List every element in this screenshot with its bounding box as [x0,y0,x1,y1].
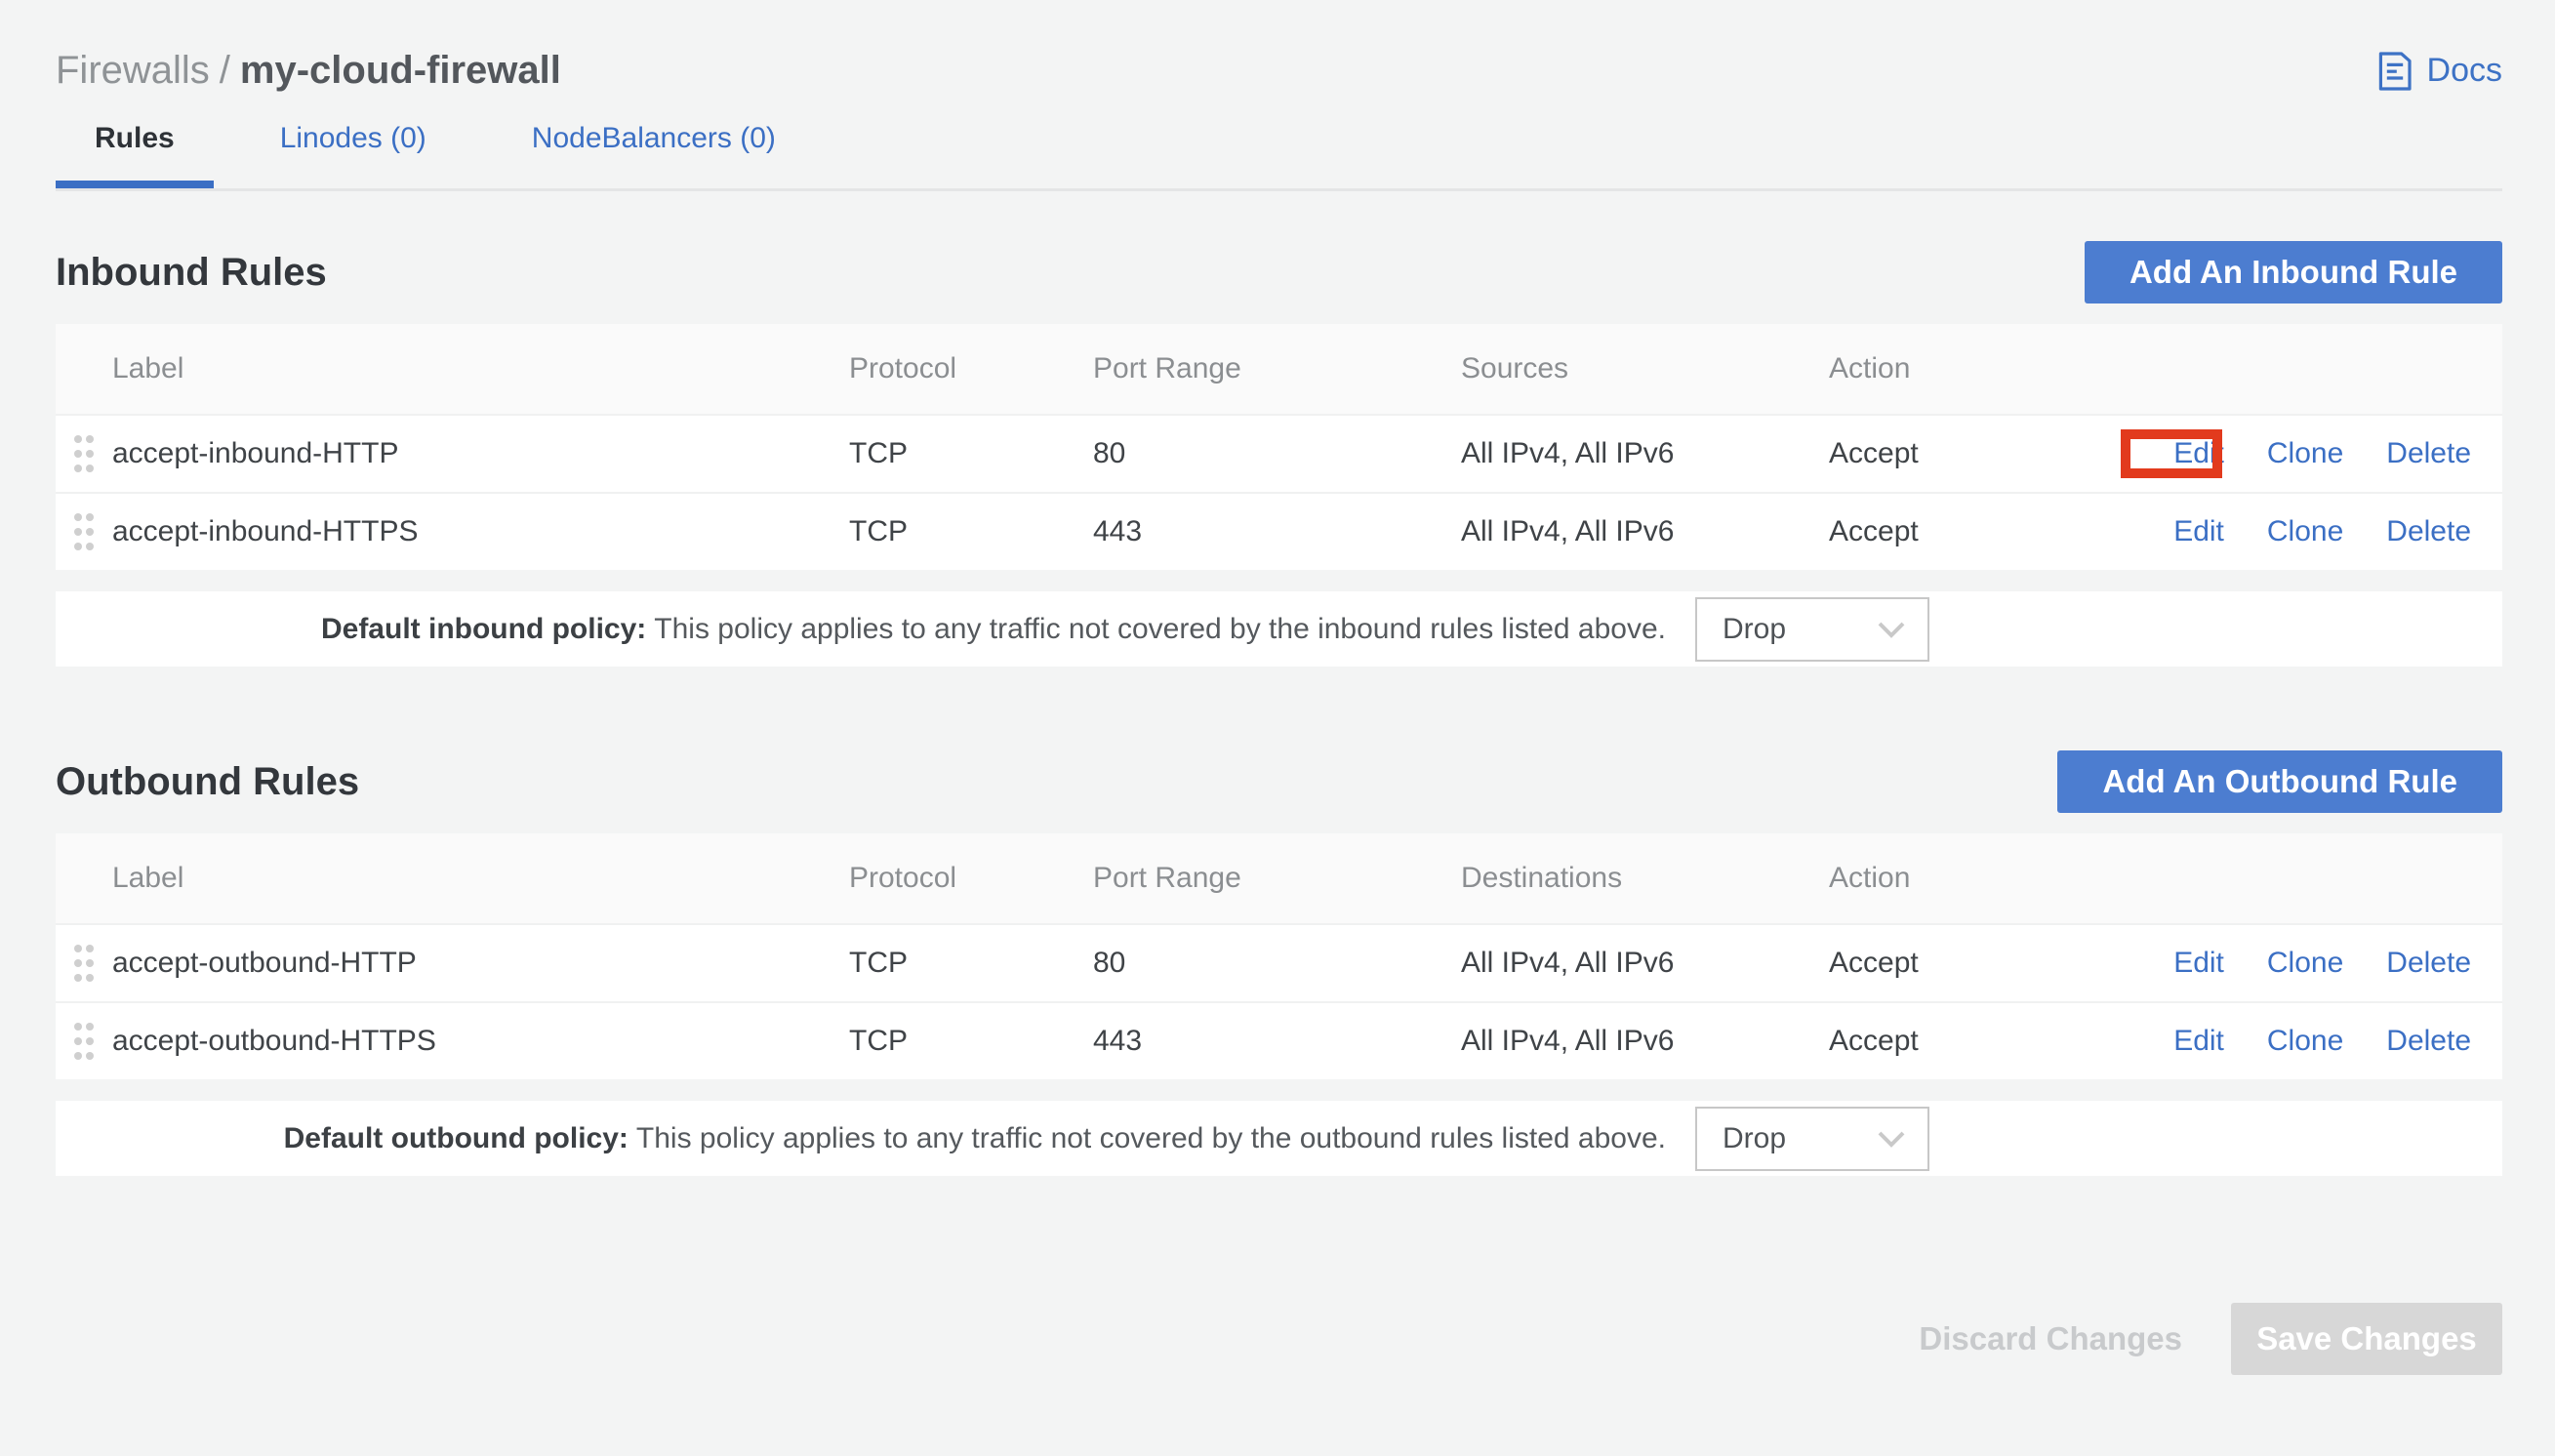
column-header-action: Action [1829,352,2151,385]
save-changes-button[interactable]: Save Changes [2231,1303,2502,1375]
column-header-protocol: Protocol [849,862,1093,895]
breadcrumb-separator: / [220,49,230,92]
inbound-rules-heading: Inbound Rules [56,251,327,295]
tab-rules[interactable]: Rules [56,122,214,188]
drag-handle[interactable] [56,432,112,475]
clone-link[interactable]: Clone [2267,437,2343,470]
drag-handle[interactable] [56,1020,112,1063]
clone-link[interactable]: Clone [2267,1025,2343,1058]
policy-description: This policy applies to any traffic not c… [636,1122,1666,1154]
chevron-down-icon [1877,1130,1906,1148]
drag-handle[interactable] [56,510,112,553]
rule-protocol: TCP [849,947,1093,980]
breadcrumb-firewalls-link[interactable]: Firewalls [56,49,210,92]
edit-link[interactable]: Edit [2173,947,2224,980]
delete-link[interactable]: Delete [2386,947,2471,980]
rule-label: accept-outbound-HTTPS [112,1025,849,1058]
clone-link[interactable]: Clone [2267,947,2343,980]
default-inbound-policy-row: Default inbound policy:This policy appli… [56,591,2502,667]
column-header-protocol: Protocol [849,352,1093,385]
outbound-section-header: Outbound Rules Add An Outbound Rule [56,750,2502,813]
column-header-destinations: Destinations [1461,862,1829,895]
discard-changes-button[interactable]: Discard Changes [1919,1320,2182,1357]
outbound-table-header: Label Protocol Port Range Destinations A… [56,833,2502,923]
table-row-accept-inbound-https: accept-inbound-HTTPS TCP 443 All IPv4, A… [56,492,2502,570]
edit-link[interactable]: Edit [2173,437,2224,470]
docs-icon [2376,51,2413,92]
policy-label: Default inbound policy: [321,613,646,645]
table-row-accept-inbound-http: accept-inbound-HTTP TCP 80 All IPv4, All… [56,414,2502,492]
tab-linodes[interactable]: Linodes (0) [241,122,466,188]
default-outbound-policy-row: Default outbound policy:This policy appl… [56,1101,2502,1176]
rule-port-range: 443 [1093,515,1461,548]
drag-handle-icon [71,942,97,985]
rule-protocol: TCP [849,515,1093,548]
rule-label: accept-outbound-HTTP [112,947,849,980]
rule-sources: All IPv4, All IPv6 [1461,437,1829,470]
rule-destinations: All IPv4, All IPv6 [1461,947,1829,980]
rule-label: accept-inbound-HTTP [112,437,849,470]
rule-action: Accept [1829,437,2151,470]
rule-action: Accept [1829,1025,2151,1058]
outbound-rules-table: Label Protocol Port Range Destinations A… [56,833,2502,1079]
edit-link[interactable]: Edit [2173,1025,2224,1058]
firewall-detail-page: Firewalls/my-cloud-firewall Docs Rules L… [56,0,2502,1375]
rule-port-range: 80 [1093,947,1461,980]
delete-link[interactable]: Delete [2386,1025,2471,1058]
selected-policy-value: Drop [1723,613,1786,646]
drag-handle[interactable] [56,942,112,985]
drag-handle-icon [71,510,97,553]
edit-link[interactable]: Edit [2173,515,2224,548]
policy-label: Default outbound policy: [284,1122,629,1154]
top-bar: Firewalls/my-cloud-firewall Docs [56,0,2502,93]
column-header-label: Label [112,862,849,895]
outbound-rules-heading: Outbound Rules [56,760,359,804]
inbound-table-header: Label Protocol Port Range Sources Action [56,324,2502,414]
rule-action: Accept [1829,515,2151,548]
docs-link[interactable]: Docs [2376,51,2502,92]
column-header-port-range: Port Range [1093,862,1461,895]
column-header-sources: Sources [1461,352,1829,385]
clone-link[interactable]: Clone [2267,515,2343,548]
column-header-action: Action [1829,862,2151,895]
add-inbound-rule-button[interactable]: Add An Inbound Rule [2085,241,2502,303]
default-inbound-policy-text: Default inbound policy:This policy appli… [56,613,1666,646]
column-header-label: Label [112,352,849,385]
policy-description: This policy applies to any traffic not c… [654,613,1666,645]
rule-port-range: 80 [1093,437,1461,470]
rule-port-range: 443 [1093,1025,1461,1058]
rule-sources: All IPv4, All IPv6 [1461,515,1829,548]
table-row-accept-outbound-https: accept-outbound-HTTPS TCP 443 All IPv4, … [56,1001,2502,1079]
edit-link-label: Edit [2173,437,2224,469]
add-outbound-rule-button[interactable]: Add An Outbound Rule [2057,750,2502,813]
rule-label: accept-inbound-HTTPS [112,515,849,548]
rule-protocol: TCP [849,437,1093,470]
column-header-port-range: Port Range [1093,352,1461,385]
chevron-down-icon [1877,621,1906,638]
drag-handle-icon [71,1020,97,1063]
rule-action: Accept [1829,947,2151,980]
drag-handle-icon [71,432,97,475]
docs-label: Docs [2427,52,2502,90]
selected-policy-value: Drop [1723,1122,1786,1155]
inbound-section-header: Inbound Rules Add An Inbound Rule [56,241,2502,303]
breadcrumb: Firewalls/my-cloud-firewall [56,49,561,93]
rule-protocol: TCP [849,1025,1093,1058]
delete-link[interactable]: Delete [2386,437,2471,470]
delete-link[interactable]: Delete [2386,515,2471,548]
default-outbound-policy-select[interactable]: Drop [1695,1107,1929,1171]
table-row-accept-outbound-http: accept-outbound-HTTP TCP 80 All IPv4, Al… [56,923,2502,1001]
rule-destinations: All IPv4, All IPv6 [1461,1025,1829,1058]
default-inbound-policy-select[interactable]: Drop [1695,597,1929,662]
tab-bar: Rules Linodes (0) NodeBalancers (0) [56,122,2502,191]
inbound-rules-table: Label Protocol Port Range Sources Action… [56,324,2502,570]
form-actions: Discard Changes Save Changes [56,1303,2502,1375]
default-outbound-policy-text: Default outbound policy:This policy appl… [56,1122,1666,1155]
page-title: my-cloud-firewall [240,49,561,92]
tab-nodebalancers[interactable]: NodeBalancers (0) [493,122,815,188]
